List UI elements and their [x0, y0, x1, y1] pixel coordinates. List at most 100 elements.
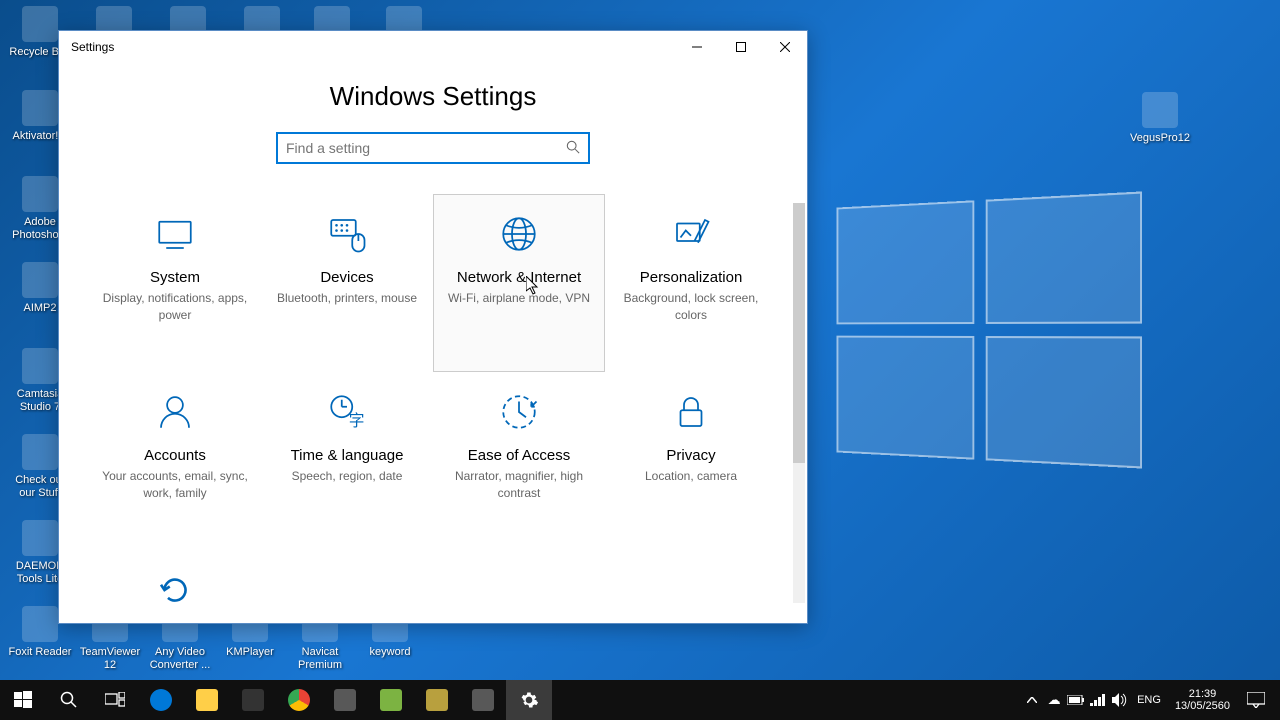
close-button[interactable] [763, 32, 807, 62]
category-description: Speech, region, date [270, 468, 424, 485]
category-title: Devices [270, 269, 424, 286]
svg-text:字: 字 [349, 412, 365, 430]
desktop-icon-label: Navicat Premium [288, 646, 352, 672]
desktop-icon-image [22, 6, 58, 42]
category-description: Display, notifications, apps, power [98, 290, 252, 324]
update-icon [154, 569, 196, 611]
globe-icon [498, 213, 540, 255]
category-description: Narrator, magnifier, high contrast [442, 468, 596, 502]
category-title: System [98, 269, 252, 286]
category-accounts[interactable]: Accounts Your accounts, email, sync, wor… [89, 372, 261, 550]
lock-icon [670, 391, 712, 433]
category-description: Bluetooth, printers, mouse [270, 290, 424, 307]
taskbar: ☁ ENG 21:39 13/05/2560 [0, 680, 1280, 720]
taskbar-app-edge[interactable] [138, 680, 184, 720]
tray-clock[interactable]: 21:39 13/05/2560 [1167, 688, 1238, 712]
system-tray: ☁ ENG 21:39 13/05/2560 [1021, 680, 1280, 720]
category-description: Background, lock screen, colors [614, 290, 768, 324]
maximize-button[interactable] [719, 32, 763, 62]
maximize-icon [736, 42, 746, 52]
category-update[interactable] [89, 550, 261, 623]
search-icon [566, 140, 580, 157]
tray-network-icon[interactable] [1087, 680, 1109, 720]
taskbar-app-5[interactable] [368, 680, 414, 720]
minimize-icon [692, 42, 702, 52]
taskbar-app-6[interactable] [414, 680, 460, 720]
desktop-icon-image [22, 606, 58, 642]
desktop-icon-label: VegusPro12 [1128, 132, 1192, 145]
category-title: Network & Internet [442, 269, 596, 286]
taskbar-app-chrome[interactable] [276, 680, 322, 720]
page-title: Windows Settings [89, 81, 777, 112]
tray-time: 21:39 [1175, 688, 1230, 700]
ease-icon [498, 391, 540, 433]
search-box[interactable] [276, 132, 590, 164]
desktop-icon-label: KMPlayer [218, 646, 282, 659]
windows-logo-wallpaper [837, 191, 1143, 468]
taskbar-app-store[interactable] [230, 680, 276, 720]
search-icon [60, 691, 78, 709]
titlebar[interactable]: Settings [59, 31, 807, 63]
category-title: Time & language [270, 447, 424, 464]
desktop-icon-label: keyword [358, 646, 422, 659]
category-privacy[interactable]: Privacy Location, camera [605, 372, 777, 550]
windows-icon [14, 691, 32, 709]
desktop-icon-image [22, 520, 58, 556]
category-time[interactable]: 字 Time & language Speech, region, date [261, 372, 433, 550]
category-title: Privacy [614, 447, 768, 464]
taskbar-app-7[interactable] [460, 680, 506, 720]
scrollbar-track[interactable] [793, 203, 805, 603]
desktop-icon-image [22, 434, 58, 470]
desktop-icon[interactable]: VegusPro12 [1128, 92, 1192, 145]
settings-body: Windows Settings System Display, notific… [59, 63, 807, 623]
category-description: Wi-Fi, airplane mode, VPN [442, 290, 596, 307]
tray-volume-icon[interactable] [1109, 680, 1131, 720]
desktop-icon-image [22, 90, 58, 126]
monitor-icon [154, 213, 196, 255]
time-icon: 字 [326, 391, 368, 433]
desktop-icon-label: TeamViewer 12 [78, 646, 142, 672]
tray-onedrive-icon[interactable]: ☁ [1043, 680, 1065, 720]
person-icon [154, 391, 196, 433]
scrollbar-thumb[interactable] [793, 203, 805, 463]
category-personalization[interactable]: Personalization Background, lock screen,… [605, 194, 777, 372]
taskbar-left [0, 680, 552, 720]
category-title: Ease of Access [442, 447, 596, 464]
settings-window: Settings Windows Settings System [58, 30, 808, 624]
category-devices[interactable]: Devices Bluetooth, printers, mouse [261, 194, 433, 372]
desktop-icon-image [22, 348, 58, 384]
search-button[interactable] [46, 680, 92, 720]
tray-battery-icon[interactable] [1065, 680, 1087, 720]
tray-chevron-icon[interactable] [1021, 680, 1043, 720]
category-system[interactable]: System Display, notifications, apps, pow… [89, 194, 261, 372]
keyboard-icon [326, 213, 368, 255]
action-center-button[interactable] [1238, 680, 1274, 720]
categories-grid: System Display, notifications, apps, pow… [89, 194, 777, 623]
taskbar-app-explorer[interactable] [184, 680, 230, 720]
desktop-icon-image [1142, 92, 1178, 128]
category-network[interactable]: Network & Internet Wi-Fi, airplane mode,… [433, 194, 605, 372]
desktop-icon-label: Foxit Reader [8, 646, 72, 659]
search-input[interactable] [286, 140, 566, 156]
minimize-button[interactable] [675, 32, 719, 62]
category-ease[interactable]: Ease of Access Narrator, magnifier, high… [433, 372, 605, 550]
paint-icon [670, 213, 712, 255]
gear-icon [519, 690, 539, 710]
task-view-button[interactable] [92, 680, 138, 720]
tray-date: 13/05/2560 [1175, 700, 1230, 712]
category-description: Location, camera [614, 468, 768, 485]
category-description: Your accounts, email, sync, work, family [98, 468, 252, 502]
close-icon [780, 42, 790, 52]
desktop-icon-image [22, 262, 58, 298]
taskbar-app-4[interactable] [322, 680, 368, 720]
tray-language[interactable]: ENG [1131, 694, 1167, 706]
start-button[interactable] [0, 680, 46, 720]
category-title: Accounts [98, 447, 252, 464]
notification-icon [1247, 692, 1265, 708]
window-controls [675, 32, 807, 62]
category-title: Personalization [614, 269, 768, 286]
desktop-icon-label: Any Video Converter ... [148, 646, 212, 672]
desktop-icon-image [22, 176, 58, 212]
taskbar-app-settings[interactable] [506, 680, 552, 720]
window-title: Settings [71, 40, 114, 54]
